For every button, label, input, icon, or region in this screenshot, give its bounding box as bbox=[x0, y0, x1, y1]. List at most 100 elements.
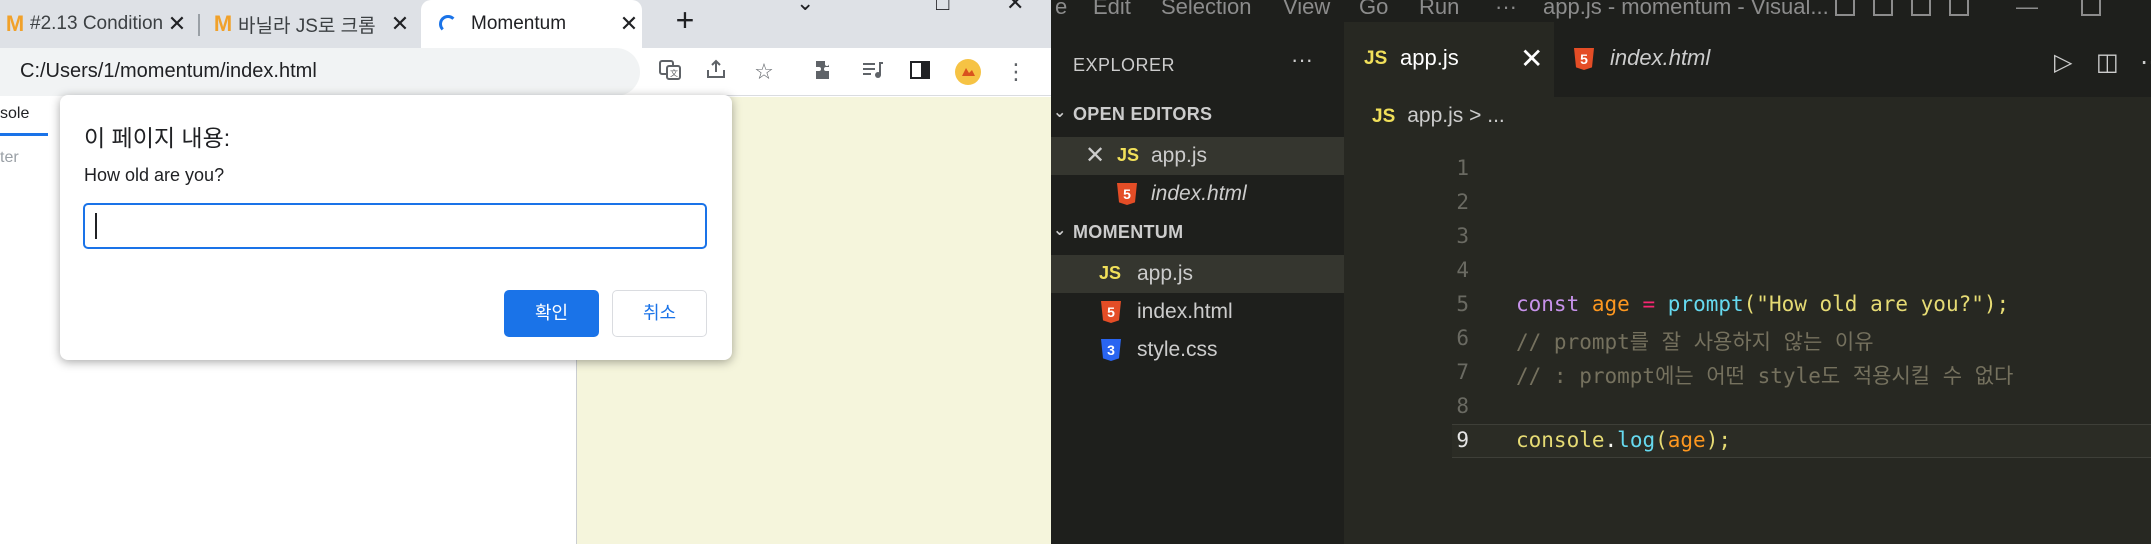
filter-input[interactable]: ter bbox=[0, 149, 19, 167]
code-line: 7 // : prompt에는 어떤 style도 적용시킬 수 없다 bbox=[1344, 356, 2151, 390]
string-literal: "How old are you?" bbox=[1756, 292, 1984, 316]
maximize-icon[interactable]: □ bbox=[936, 0, 949, 16]
tab-label: Momentum bbox=[471, 13, 567, 34]
tab-close-icon[interactable]: ✕ bbox=[164, 11, 190, 37]
dialog-message: How old are you? bbox=[84, 165, 225, 185]
open-editor-index-html[interactable]: 5 index.html bbox=[1051, 175, 1344, 213]
explorer-more-icon[interactable]: ··· bbox=[1291, 47, 1313, 73]
js-file-icon: JS bbox=[1117, 145, 1140, 165]
line-number: 8 bbox=[1456, 394, 1469, 418]
code-line: 6 // prompt를 잘 사용하지 않는 이유 bbox=[1344, 322, 2151, 356]
toggle-primary-sidebar-icon[interactable] bbox=[1835, 0, 1855, 16]
tab-momentum[interactable]: Momentum ✕ bbox=[421, 0, 642, 48]
tab-label: app.js bbox=[1400, 45, 1459, 70]
keyword: const bbox=[1516, 292, 1580, 316]
svg-text:文: 文 bbox=[670, 68, 678, 78]
tab-search-icon[interactable]: ⌄ bbox=[796, 0, 814, 16]
browser-menu-icon[interactable]: ⋮ bbox=[1002, 58, 1030, 86]
editor-tab-app-js[interactable]: JS app.js ✕ bbox=[1344, 22, 1554, 97]
tab-condition[interactable]: M #2.13 Condition ✕ bbox=[0, 0, 190, 48]
js-file-icon: JS bbox=[1364, 48, 1388, 69]
chevron-down-icon: ⌄ bbox=[1053, 104, 1067, 121]
maximize-icon[interactable] bbox=[2081, 0, 2101, 16]
breadcrumb-symbol[interactable]: ... bbox=[1487, 104, 1505, 127]
cancel-button[interactable]: 취소 bbox=[612, 290, 707, 337]
code-text: console.log(age); bbox=[1516, 428, 1731, 452]
customize-layout-icon[interactable] bbox=[1949, 0, 1969, 16]
menu-run[interactable]: Run bbox=[1419, 0, 1459, 20]
tab-favicon-icon: M bbox=[213, 11, 233, 36]
file-index-html[interactable]: 5 index.html bbox=[1051, 293, 1344, 331]
menu-file[interactable]: e bbox=[1055, 0, 1067, 20]
menu-selection[interactable]: Selection bbox=[1161, 0, 1252, 20]
editor-area: JS app.js ✕ 5 index.html ▷ ◫ ⋯ JS app.js … bbox=[1344, 22, 2151, 544]
toggle-panel-icon[interactable] bbox=[1873, 0, 1893, 16]
address-bar[interactable]: C:/Users/1/momentum/index.html bbox=[0, 48, 640, 96]
tab-label: #2.13 Condition bbox=[30, 13, 164, 34]
bookmark-star-icon[interactable]: ☆ bbox=[750, 58, 778, 86]
translate-icon[interactable]: 文 bbox=[656, 58, 684, 86]
function-name: prompt bbox=[1667, 292, 1744, 316]
menu-more[interactable]: ··· bbox=[1495, 0, 1517, 20]
file-name: index.html bbox=[1137, 300, 1233, 323]
minimize-icon[interactable]: — bbox=[2016, 0, 2038, 20]
close-icon[interactable]: ✕ bbox=[1085, 141, 1105, 170]
media-queue-icon[interactable] bbox=[858, 58, 886, 86]
split-editor-icon[interactable]: ◫ bbox=[2096, 48, 2119, 77]
explorer-sidebar: EXPLORER ··· ⌄ OPEN EDITORS ✕ JS app.js … bbox=[1051, 22, 1344, 544]
code-line: 5 const age = prompt("How old are you?")… bbox=[1344, 288, 2151, 322]
share-icon[interactable] bbox=[702, 58, 730, 86]
open-editors-header[interactable]: ⌄ OPEN EDITORS bbox=[1051, 100, 1344, 130]
html-file-icon: 5 bbox=[1101, 301, 1121, 323]
open-editor-app-js[interactable]: ✕ JS app.js bbox=[1051, 137, 1344, 175]
editor-tab-bar: JS app.js ✕ 5 index.html ▷ ◫ ⋯ bbox=[1344, 22, 2151, 97]
more-actions-icon[interactable]: ⋯ bbox=[2140, 48, 2151, 77]
tab-favicon-icon: M bbox=[5, 11, 25, 36]
css-file-icon: 3 bbox=[1101, 339, 1121, 361]
vscode-window: e Edit Selection View Go Run ··· app.js … bbox=[1051, 0, 2151, 544]
breadcrumb-file[interactable]: app.js bbox=[1407, 104, 1463, 127]
extensions-icon[interactable] bbox=[810, 58, 838, 86]
new-tab-button[interactable]: + bbox=[665, 2, 705, 39]
toggle-secondary-sidebar-icon[interactable] bbox=[1911, 0, 1931, 16]
menu-go[interactable]: Go bbox=[1359, 0, 1388, 20]
loading-spinner-icon bbox=[439, 15, 457, 33]
js-file-icon: JS bbox=[1099, 263, 1122, 283]
code-text: const age = prompt("How old are you?"); bbox=[1516, 292, 2009, 316]
console-tab[interactable]: sole bbox=[0, 105, 29, 123]
profile-avatar[interactable] bbox=[954, 58, 982, 86]
file-name: style.css bbox=[1137, 338, 1218, 361]
run-icon[interactable]: ▷ bbox=[2054, 48, 2072, 77]
tab-vanilla-js[interactable]: M 바닐라 JS로 크롬 ✕ bbox=[208, 0, 413, 48]
line-number: 3 bbox=[1456, 224, 1469, 248]
comment: // : prompt에는 어떤 style도 적용시킬 수 없다 bbox=[1516, 364, 2014, 388]
prompt-input[interactable] bbox=[83, 203, 707, 249]
ok-button[interactable]: 확인 bbox=[504, 290, 599, 337]
code-line: 2 bbox=[1344, 186, 2151, 220]
tab-divider bbox=[198, 14, 200, 36]
side-panel-icon[interactable] bbox=[906, 58, 934, 86]
momentum-folder-header[interactable]: ⌄ MOMENTUM bbox=[1051, 218, 1344, 248]
code-line: 9 console.log(age); bbox=[1344, 424, 2151, 458]
url-text: C:/Users/1/momentum/index.html bbox=[20, 60, 317, 82]
punctuation: ( bbox=[1655, 428, 1668, 452]
close-icon[interactable]: ✕ bbox=[1520, 42, 1543, 75]
line-number: 6 bbox=[1456, 326, 1469, 350]
breadcrumb: JS app.js > ... bbox=[1372, 104, 1505, 128]
menu-edit[interactable]: Edit bbox=[1093, 0, 1131, 20]
file-style-css[interactable]: 3 style.css bbox=[1051, 331, 1344, 369]
file-name: app.js bbox=[1137, 262, 1194, 285]
file-app-js[interactable]: JS app.js bbox=[1051, 255, 1344, 293]
chevron-down-icon: ⌄ bbox=[1053, 222, 1067, 239]
menu-view[interactable]: View bbox=[1283, 0, 1330, 20]
close-window-icon[interactable]: ✕ bbox=[1006, 0, 1024, 16]
file-name: index.html bbox=[1151, 182, 1247, 205]
tab-close-icon[interactable]: ✕ bbox=[387, 11, 413, 37]
variable: age bbox=[1591, 292, 1630, 316]
breadcrumb-separator: > bbox=[1469, 104, 1482, 127]
html-file-icon: 5 bbox=[1117, 183, 1137, 205]
tab-close-icon[interactable]: ✕ bbox=[616, 11, 642, 37]
explorer-title: EXPLORER bbox=[1073, 55, 1176, 75]
operator: = bbox=[1642, 292, 1656, 316]
editor-tab-index-html[interactable]: 5 index.html bbox=[1554, 22, 1754, 97]
